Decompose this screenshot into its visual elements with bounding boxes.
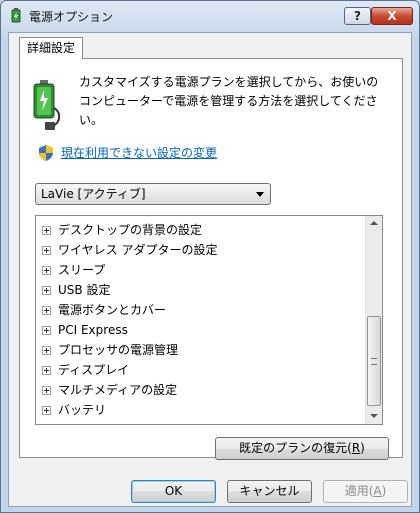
restore-button-label: 既定のプランの復元( [239, 441, 352, 455]
expand-plus-icon[interactable] [42, 346, 51, 355]
tree-item-label: プロセッサの電源管理 [58, 343, 179, 357]
tree-scrollbar[interactable] [365, 216, 382, 424]
uac-shield-icon [39, 145, 53, 161]
restore-button-accesskey: R [351, 441, 361, 455]
settings-tree[interactable]: デスクトップの背景の設定ワイヤレス アダプターの設定 スリープ USB 設定電源ボタ… [35, 215, 383, 425]
title-bar[interactable]: 電源オプション ? X [1, 1, 419, 31]
power-plan-select[interactable]: LaVie [アクティブ] [35, 183, 271, 205]
chevron-down-icon [256, 192, 264, 197]
tree-item-label: 電源ボタンとカバー [58, 303, 167, 317]
tree-item[interactable]: ワイヤレス アダプターの設定 [42, 240, 362, 260]
restore-button-label-end: ) [360, 441, 365, 455]
expand-plus-icon[interactable] [42, 366, 51, 375]
apply-button-label: 適用( [344, 484, 374, 498]
restore-plan-defaults-button[interactable]: 既定のプランの復元(R) [215, 437, 389, 460]
tree-item-label: USB 設定 [58, 283, 111, 297]
ok-button[interactable]: OK [131, 480, 216, 503]
tree-item-label: ディスプレイ [58, 363, 130, 377]
change-unavailable-settings-link[interactable]: 現在利用できない設定の変更 [61, 144, 217, 161]
tree-item-label: バッテリ [58, 403, 107, 417]
scroll-down-icon[interactable] [366, 408, 382, 424]
tree-item-label: デスクトップの背景の設定 [58, 223, 203, 237]
power-plan-selected-value: LaVie [アクティブ] [41, 187, 146, 201]
scroll-thumb[interactable] [367, 316, 381, 406]
power-options-icon [11, 8, 21, 23]
tab-advanced-settings[interactable]: 詳細設定 [19, 37, 83, 59]
close-button[interactable]: X [371, 7, 413, 25]
dialog-client-area: 詳細設定 カスタマイズする電源プランを選択してから、お使いのコンピューターで電源… [8, 32, 412, 507]
cancel-button[interactable]: キャンセル [227, 480, 312, 503]
tree-item[interactable]: 電源ボタンとカバー [42, 300, 362, 320]
window-title: 電源オプション [29, 10, 114, 24]
tree-item-label: スリープ [58, 263, 106, 277]
apply-button[interactable]: 適用(A) [323, 480, 408, 503]
expand-plus-icon[interactable] [42, 406, 51, 415]
expand-plus-icon[interactable] [42, 286, 51, 295]
expand-plus-icon[interactable] [42, 386, 51, 395]
expand-plus-icon[interactable] [42, 326, 51, 335]
help-button[interactable]: ? [344, 7, 371, 25]
tree-item[interactable]: ディスプレイ [42, 360, 362, 380]
tree-item[interactable]: マルチメディアの設定 [42, 380, 362, 400]
tree-item[interactable]: スリープ [42, 260, 362, 280]
tree-item-label: ワイヤレス アダプターの設定 [58, 243, 218, 257]
expand-plus-icon[interactable] [42, 246, 51, 255]
tree-item[interactable]: プロセッサの電源管理 [42, 340, 362, 360]
tree-item-label: PCI Express [58, 323, 128, 337]
tree-item[interactable]: バッテリ [42, 400, 362, 420]
expand-plus-icon[interactable] [42, 226, 51, 235]
scroll-up-icon[interactable] [366, 216, 382, 232]
expand-plus-icon[interactable] [42, 266, 51, 275]
apply-button-label-end: ) [381, 484, 387, 498]
description-text: カスタマイズする電源プランを選択してから、お使いのコンピューターで電源を管理する… [79, 75, 379, 127]
battery-plug-icon [33, 80, 61, 130]
tree-item[interactable]: USB 設定 [42, 280, 362, 300]
tree-item-label: マルチメディアの設定 [58, 383, 178, 397]
tree-item[interactable]: PCI Express [42, 320, 362, 340]
power-options-window: 電源オプション ? X 詳細設定 カスタマイズする電源プランを選択してから、お使… [0, 0, 420, 513]
tree-item[interactable]: デスクトップの背景の設定 [42, 220, 362, 240]
expand-plus-icon[interactable] [42, 306, 51, 315]
apply-button-accesskey: A [373, 484, 382, 498]
